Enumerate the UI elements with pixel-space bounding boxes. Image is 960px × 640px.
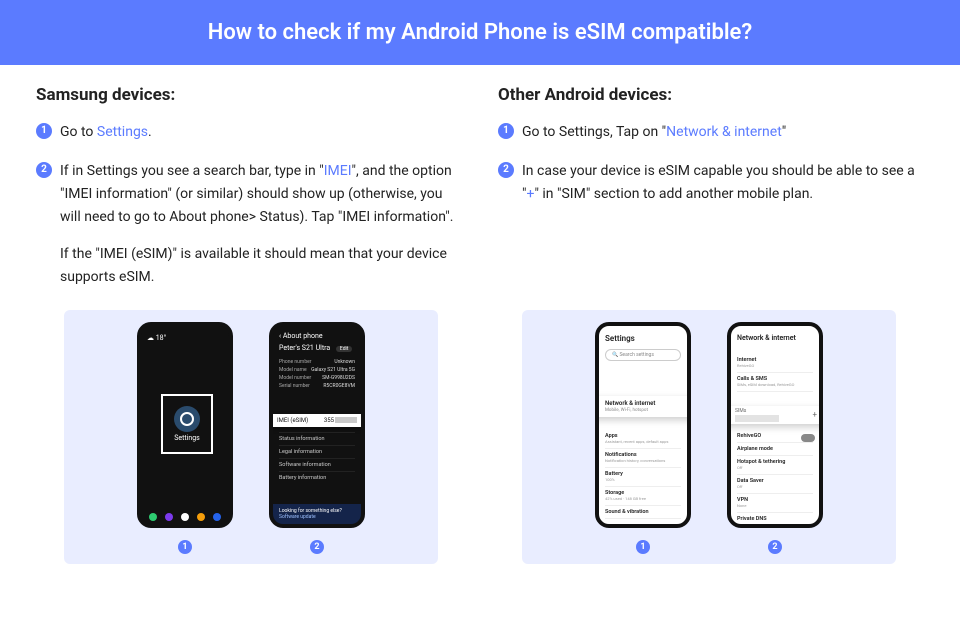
- imei-link[interactable]: IMEI: [324, 163, 352, 179]
- samsung-step-2: 2 If in Settings you see a search bar, t…: [36, 160, 462, 289]
- samsung-screenshots: ☁ 18° Settings 1 ‹ About phone Peter's S…: [64, 310, 438, 564]
- network-internet-callout: ᯤ Network & internet Mobile, Wi-Fi, hots…: [595, 396, 691, 417]
- settings-header: Settings: [599, 326, 687, 347]
- other-step-2: 2 In case your device is eSIM capable yo…: [498, 160, 924, 206]
- callout-subtitle: Mobile, Wi-Fi, hotspot: [605, 408, 648, 413]
- blurred-value: [735, 415, 779, 422]
- imei-value: 355: [324, 417, 334, 424]
- footer-link: Software update: [279, 514, 316, 520]
- screenshots-row: ☁ 18° Settings 1 ‹ About phone Peter's S…: [0, 306, 960, 564]
- samsung-step-1: 1 Go to Settings.: [36, 121, 462, 144]
- text: " in "SIM" section to add another mobile…: [534, 186, 813, 202]
- net-rows-bottom: RehiveGOAirplane modeHotspot & tethering…: [737, 430, 813, 526]
- text: If in Settings you see a search bar, typ…: [60, 163, 324, 179]
- sim-icon: ▢: [727, 412, 729, 418]
- text: Go to Settings, Tap on ": [522, 124, 666, 140]
- dock: [145, 513, 225, 521]
- sims-label: SIMs: [735, 408, 779, 415]
- imei-esim-callout: IMEI (eSIM) 355: [269, 414, 365, 427]
- wifi-icon: ᯤ: [595, 401, 596, 409]
- other-column: Other Android devices: 1 Go to Settings,…: [498, 85, 924, 306]
- about-phone-header: ‹ About phone: [273, 326, 361, 342]
- samsung-steps: 1 Go to Settings. 2 If in Settings you s…: [36, 121, 462, 290]
- samsung-shot-2: ‹ About phone Peter's S21 Ultra Edit Pho…: [269, 322, 365, 554]
- page-title: How to check if my Android Phone is eSIM…: [0, 0, 960, 65]
- text: If the "IMEI (eSIM)" is available it sho…: [60, 243, 462, 289]
- step-number: 1: [498, 123, 514, 139]
- other-steps: 1 Go to Settings, Tap on "Network & inte…: [498, 121, 924, 206]
- imei-label: IMEI (eSIM): [277, 417, 308, 424]
- callout-title: Network & internet: [605, 400, 655, 407]
- text: Go to: [60, 124, 97, 140]
- other-heading: Other Android devices:: [498, 85, 924, 105]
- shot-number: 2: [310, 540, 324, 554]
- shot-number: 1: [178, 540, 192, 554]
- device-info-rows: Phone numberUnknownModel nameGalaxy S21 …: [273, 358, 361, 390]
- search-settings: 🔍 Search settings: [605, 349, 681, 361]
- samsung-column: Samsung devices: 1 Go to Settings. 2 If …: [36, 85, 462, 306]
- plus-icon: +: [812, 410, 817, 419]
- other-shot-1: Settings 🔍 Search settings ᯤ Network & i…: [595, 322, 691, 554]
- other-screenshots: Settings 🔍 Search settings ᯤ Network & i…: [522, 310, 896, 564]
- other-step-1: 1 Go to Settings, Tap on "Network & inte…: [498, 121, 924, 144]
- settings-link[interactable]: Settings: [97, 124, 148, 140]
- phone-mock: Settings 🔍 Search settings ᯤ Network & i…: [595, 322, 691, 528]
- weather-widget: ☁ 18°: [147, 334, 166, 342]
- footer-card: Looking for something else? Software upd…: [273, 504, 361, 524]
- edit-button: Edit: [336, 346, 352, 352]
- other-shot-2: Network & internet InternetRehiveGOCalls…: [727, 322, 823, 554]
- phone-mock: ‹ About phone Peter's S21 Ultra Edit Pho…: [269, 322, 365, 528]
- airplane-toggle: [801, 434, 815, 442]
- step-number: 1: [36, 123, 52, 139]
- settings-rows: AppsAssistant, recent apps, default apps…: [605, 430, 681, 519]
- step-number: 2: [36, 162, 52, 178]
- columns: Samsung devices: 1 Go to Settings. 2 If …: [0, 65, 960, 306]
- samsung-heading: Samsung devices:: [36, 85, 462, 105]
- shot-number: 1: [636, 540, 650, 554]
- info-sections: Status informationLegal informationSoftw…: [279, 432, 355, 484]
- shot-number: 2: [768, 540, 782, 554]
- samsung-shot-1: ☁ 18° Settings 1: [137, 322, 233, 554]
- device-name: Peter's S21 Ultra Edit: [273, 342, 361, 358]
- gear-icon: [174, 406, 200, 432]
- net-rows-top: InternetRehiveGOCalls & SMSSIMs, eSIM do…: [737, 354, 813, 392]
- text: ": [782, 124, 786, 140]
- network-internet-header: Network & internet: [731, 326, 819, 346]
- phone-mock: ☁ 18° Settings: [137, 322, 233, 528]
- blurred-value: [335, 417, 357, 423]
- text: .: [148, 124, 152, 140]
- phone-mock: Network & internet InternetRehiveGOCalls…: [727, 322, 823, 528]
- sims-callout: ▢ SIMs +: [727, 406, 823, 424]
- step-number: 2: [498, 162, 514, 178]
- network-internet-link[interactable]: Network & internet: [666, 124, 782, 140]
- settings-tile: Settings: [161, 394, 213, 454]
- settings-label: Settings: [174, 434, 200, 442]
